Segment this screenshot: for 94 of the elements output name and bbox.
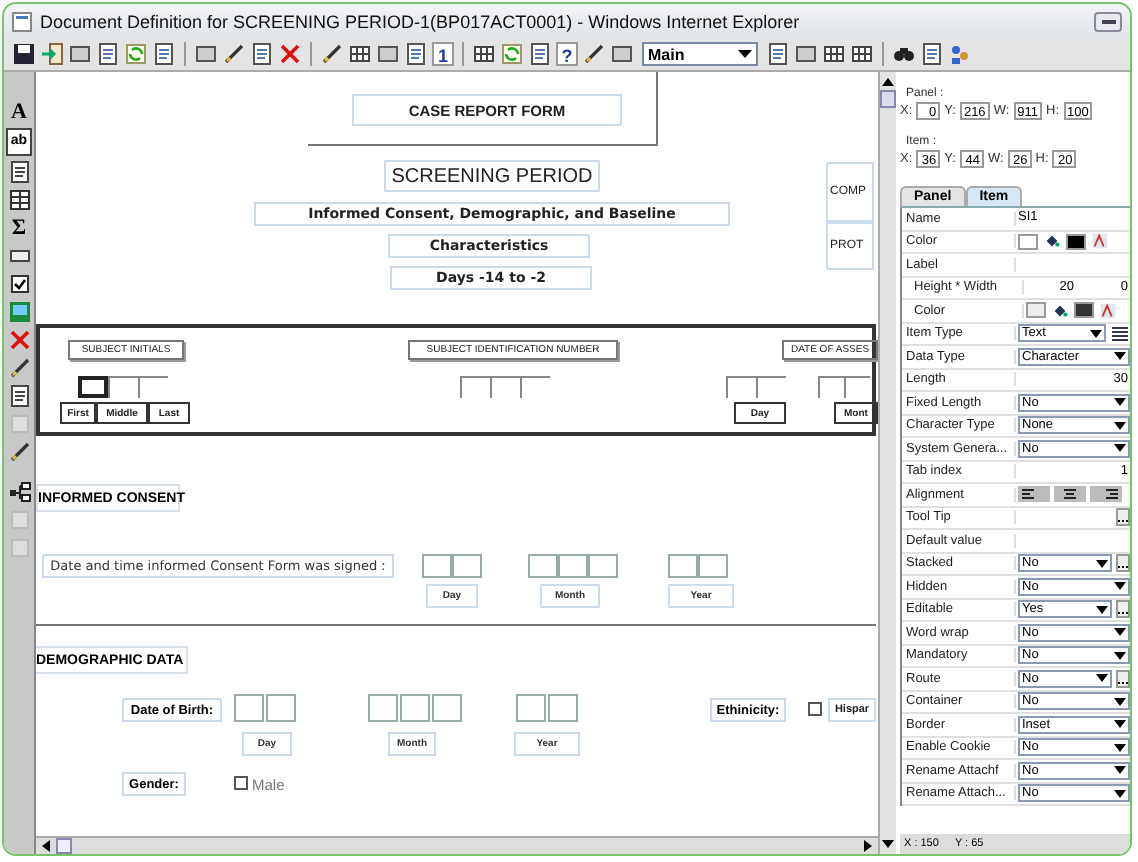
page-icon[interactable] xyxy=(250,42,274,66)
checkbox[interactable] xyxy=(234,776,248,790)
character-field[interactable] xyxy=(528,554,558,578)
character-field[interactable] xyxy=(108,376,138,398)
paint-bucket-icon[interactable] xyxy=(1042,232,1062,251)
form-title: SCREENING PERIOD xyxy=(384,160,600,192)
character-field[interactable] xyxy=(668,554,698,578)
character-field[interactable] xyxy=(234,694,264,722)
minimize-button[interactable] xyxy=(1094,11,1122,31)
alignment-icon[interactable] xyxy=(1054,486,1086,503)
character-field[interactable] xyxy=(422,554,452,578)
font-color-icon[interactable] xyxy=(1098,301,1118,320)
scroll-thumb[interactable] xyxy=(56,838,72,854)
help-icon[interactable]: ? xyxy=(556,42,578,66)
character-field[interactable] xyxy=(726,376,756,398)
minimize-icon xyxy=(1101,19,1115,23)
character-field[interactable] xyxy=(548,694,578,722)
caret-icon xyxy=(1096,605,1108,614)
character-field[interactable] xyxy=(698,554,728,578)
character-field[interactable] xyxy=(516,694,546,722)
pencil-icon[interactable] xyxy=(7,440,31,464)
more-button[interactable] xyxy=(1116,600,1130,619)
foreground-swatch[interactable] xyxy=(1074,302,1094,319)
caret-icon xyxy=(1114,421,1126,430)
paint-bucket-icon[interactable] xyxy=(1050,301,1070,320)
caret-icon xyxy=(1114,743,1126,752)
delete-icon[interactable] xyxy=(278,42,302,66)
window-title: Document Definition for SCREENING PERIOD-1(BP017ACT0001) - Windows Internet Explorer xyxy=(40,11,802,31)
character-field[interactable] xyxy=(432,694,462,722)
page-icon[interactable] xyxy=(7,160,31,184)
text-tool-icon[interactable]: A xyxy=(11,100,27,124)
list-icon[interactable] xyxy=(7,188,31,212)
caret-icon xyxy=(1096,559,1108,568)
character-field[interactable] xyxy=(138,376,168,398)
list-icon[interactable] xyxy=(1110,323,1130,344)
character-field[interactable] xyxy=(400,694,430,722)
list-icon[interactable] xyxy=(528,42,552,66)
caret-icon xyxy=(738,50,752,58)
sum-tool-icon[interactable]: Σ xyxy=(11,216,27,240)
horizontal-scrollbar[interactable] xyxy=(36,836,878,854)
caret-icon xyxy=(1114,766,1126,775)
caret-icon xyxy=(1114,789,1126,798)
character-field[interactable] xyxy=(452,554,482,578)
caret-icon xyxy=(1096,674,1108,683)
more-button[interactable] xyxy=(1116,508,1130,527)
foreground-swatch[interactable] xyxy=(1066,233,1086,250)
character-field[interactable] xyxy=(266,694,296,722)
caret-icon xyxy=(1114,628,1126,637)
background-swatch[interactable] xyxy=(1026,302,1046,319)
caret-icon xyxy=(1114,352,1126,361)
character-field[interactable] xyxy=(460,376,490,398)
grid-icon[interactable] xyxy=(850,42,874,66)
caret-icon xyxy=(1114,697,1126,706)
caret-icon xyxy=(1114,398,1126,407)
more-button[interactable] xyxy=(1116,669,1130,688)
page-icon[interactable] xyxy=(920,42,944,66)
more-button[interactable] xyxy=(1116,554,1130,573)
grid-icon[interactable] xyxy=(194,42,218,66)
checkbox[interactable] xyxy=(808,702,822,716)
character-field[interactable] xyxy=(818,376,844,398)
character-field[interactable] xyxy=(756,376,786,398)
scroll-thumb[interactable] xyxy=(880,90,896,108)
character-field[interactable] xyxy=(368,694,398,722)
save-icon[interactable] xyxy=(12,42,36,66)
table-icon[interactable] xyxy=(348,42,372,66)
caret-icon xyxy=(1090,329,1102,338)
caret-icon xyxy=(1114,651,1126,660)
alignment-icon[interactable] xyxy=(1018,486,1050,503)
browser-icon xyxy=(12,11,32,31)
character-field[interactable] xyxy=(490,376,520,398)
caret-icon xyxy=(1114,582,1126,591)
view-dropdown[interactable]: Main xyxy=(642,42,758,66)
character-field[interactable] xyxy=(78,376,108,398)
button-tool-icon[interactable] xyxy=(7,244,31,268)
scroll-left-icon[interactable] xyxy=(40,840,52,852)
vertical-scrollbar[interactable] xyxy=(878,72,896,854)
binoculars-icon[interactable] xyxy=(892,42,916,66)
users-icon[interactable] xyxy=(948,42,972,66)
scroll-right-icon[interactable] xyxy=(862,840,874,852)
tree-icon[interactable] xyxy=(7,480,31,504)
background-swatch[interactable] xyxy=(1018,233,1038,250)
exit-icon[interactable] xyxy=(40,42,64,66)
caret-icon xyxy=(1114,720,1126,729)
character-field[interactable] xyxy=(588,554,618,578)
character-field[interactable] xyxy=(558,554,588,578)
numbered-page-icon[interactable]: 1 xyxy=(432,42,454,66)
character-field[interactable] xyxy=(520,376,550,398)
caret-icon xyxy=(1114,444,1126,453)
character-field[interactable] xyxy=(844,376,870,398)
checkbox-tool-icon[interactable] xyxy=(7,272,31,296)
scroll-down-icon[interactable] xyxy=(882,838,894,850)
font-color-icon[interactable] xyxy=(1090,232,1110,251)
alignment-icon[interactable] xyxy=(1090,486,1122,503)
pen-icon[interactable] xyxy=(320,42,344,66)
